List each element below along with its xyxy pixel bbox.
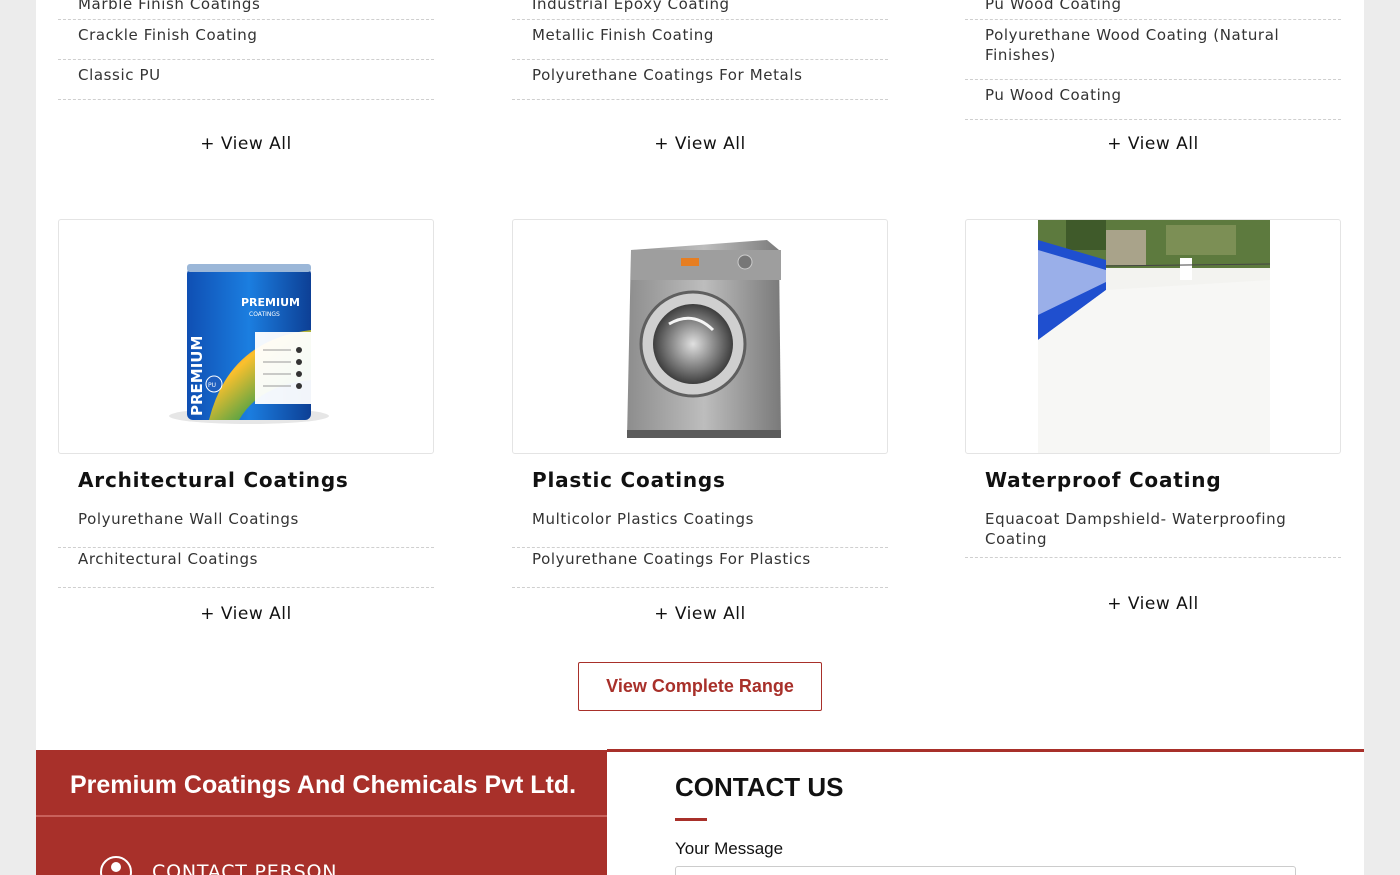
top-list-2: Industrial Epoxy Coating Metallic Finish… (512, 0, 888, 154)
view-all-link[interactable]: + View All (965, 134, 1341, 154)
list-item[interactable]: Pu Wood Coating (965, 0, 1341, 20)
list-item[interactable]: Polyurethane Coatings For Metals (512, 60, 888, 100)
contact-title: CONTACT US (675, 772, 844, 802)
list-item[interactable]: Architectural Coatings (58, 548, 434, 588)
view-all-link[interactable]: + View All (58, 604, 434, 624)
page-content: Marble Finish Coatings Crackle Finish Co… (36, 0, 1364, 875)
contact-person-row: CONTACT PERSON (100, 856, 337, 875)
view-complete-range-button[interactable]: View Complete Range (578, 662, 822, 711)
contact-person-label: CONTACT PERSON (152, 861, 338, 875)
message-input[interactable] (675, 866, 1296, 875)
list-item[interactable]: Metallic Finish Coating (512, 20, 888, 60)
waterproofed-roof-photo (1038, 220, 1271, 453)
category-image-plastic[interactable] (512, 219, 888, 454)
list-item[interactable]: Classic PU (58, 60, 434, 100)
category-title[interactable]: Plastic Coatings (512, 468, 746, 492)
top-list-1: Marble Finish Coatings Crackle Finish Co… (58, 0, 434, 154)
list-item[interactable]: Polyurethane Coatings For Plastics (512, 548, 888, 588)
category-image-waterproof[interactable] (965, 219, 1341, 454)
category-list-architectural: Polyurethane Wall Coatings Architectural… (58, 508, 434, 624)
view-all-link[interactable]: + View All (58, 134, 434, 154)
list-item[interactable]: Industrial Epoxy Coating (512, 0, 888, 20)
category-image-architectural[interactable]: PREMIUM COATINGS PREMIUM PU (58, 219, 434, 454)
list-item[interactable]: Multicolor Plastics Coatings (512, 508, 888, 548)
top-list-3: Pu Wood Coating Polyurethane Wood Coatin… (965, 0, 1341, 154)
list-item[interactable]: Marble Finish Coatings (58, 0, 434, 20)
company-panel: Premium Coatings And Chemicals Pvt Ltd. … (36, 750, 607, 875)
message-label: Your Message (675, 839, 784, 858)
list-item[interactable]: Equacoat Dampshield- Waterproofing Coati… (965, 508, 1341, 558)
contact-form: CONTACT US Your Message (607, 749, 1364, 875)
list-item[interactable]: Crackle Finish Coating (58, 20, 434, 60)
view-all-link[interactable]: + View All (965, 594, 1341, 614)
category-title[interactable]: Waterproof Coating (965, 468, 1241, 492)
category-title[interactable]: Architectural Coatings (58, 468, 369, 492)
person-icon (100, 856, 132, 875)
paint-can-icon: PREMIUM COATINGS PREMIUM PU (169, 264, 329, 424)
list-item[interactable]: Polyurethane Wall Coatings (58, 508, 434, 548)
washing-machine-icon (627, 240, 781, 438)
view-all-link[interactable]: + View All (512, 604, 888, 624)
category-list-waterproof: Equacoat Dampshield- Waterproofing Coati… (965, 508, 1341, 614)
company-name: Premium Coatings And Chemicals Pvt Ltd. (36, 750, 607, 817)
list-item[interactable]: Polyurethane Wood Coating (Natural Finis… (965, 20, 1341, 80)
can-brand-text: PREMIUM (241, 296, 300, 309)
category-list-plastic: Multicolor Plastics Coatings Polyurethan… (512, 508, 888, 624)
can-badge-text: PU (208, 382, 216, 389)
title-underline (675, 818, 707, 821)
list-item[interactable]: Pu Wood Coating (965, 80, 1341, 120)
can-side-text: PREMIUM (188, 336, 206, 416)
can-sub-text: COATINGS (249, 311, 280, 318)
view-all-link[interactable]: + View All (512, 134, 888, 154)
